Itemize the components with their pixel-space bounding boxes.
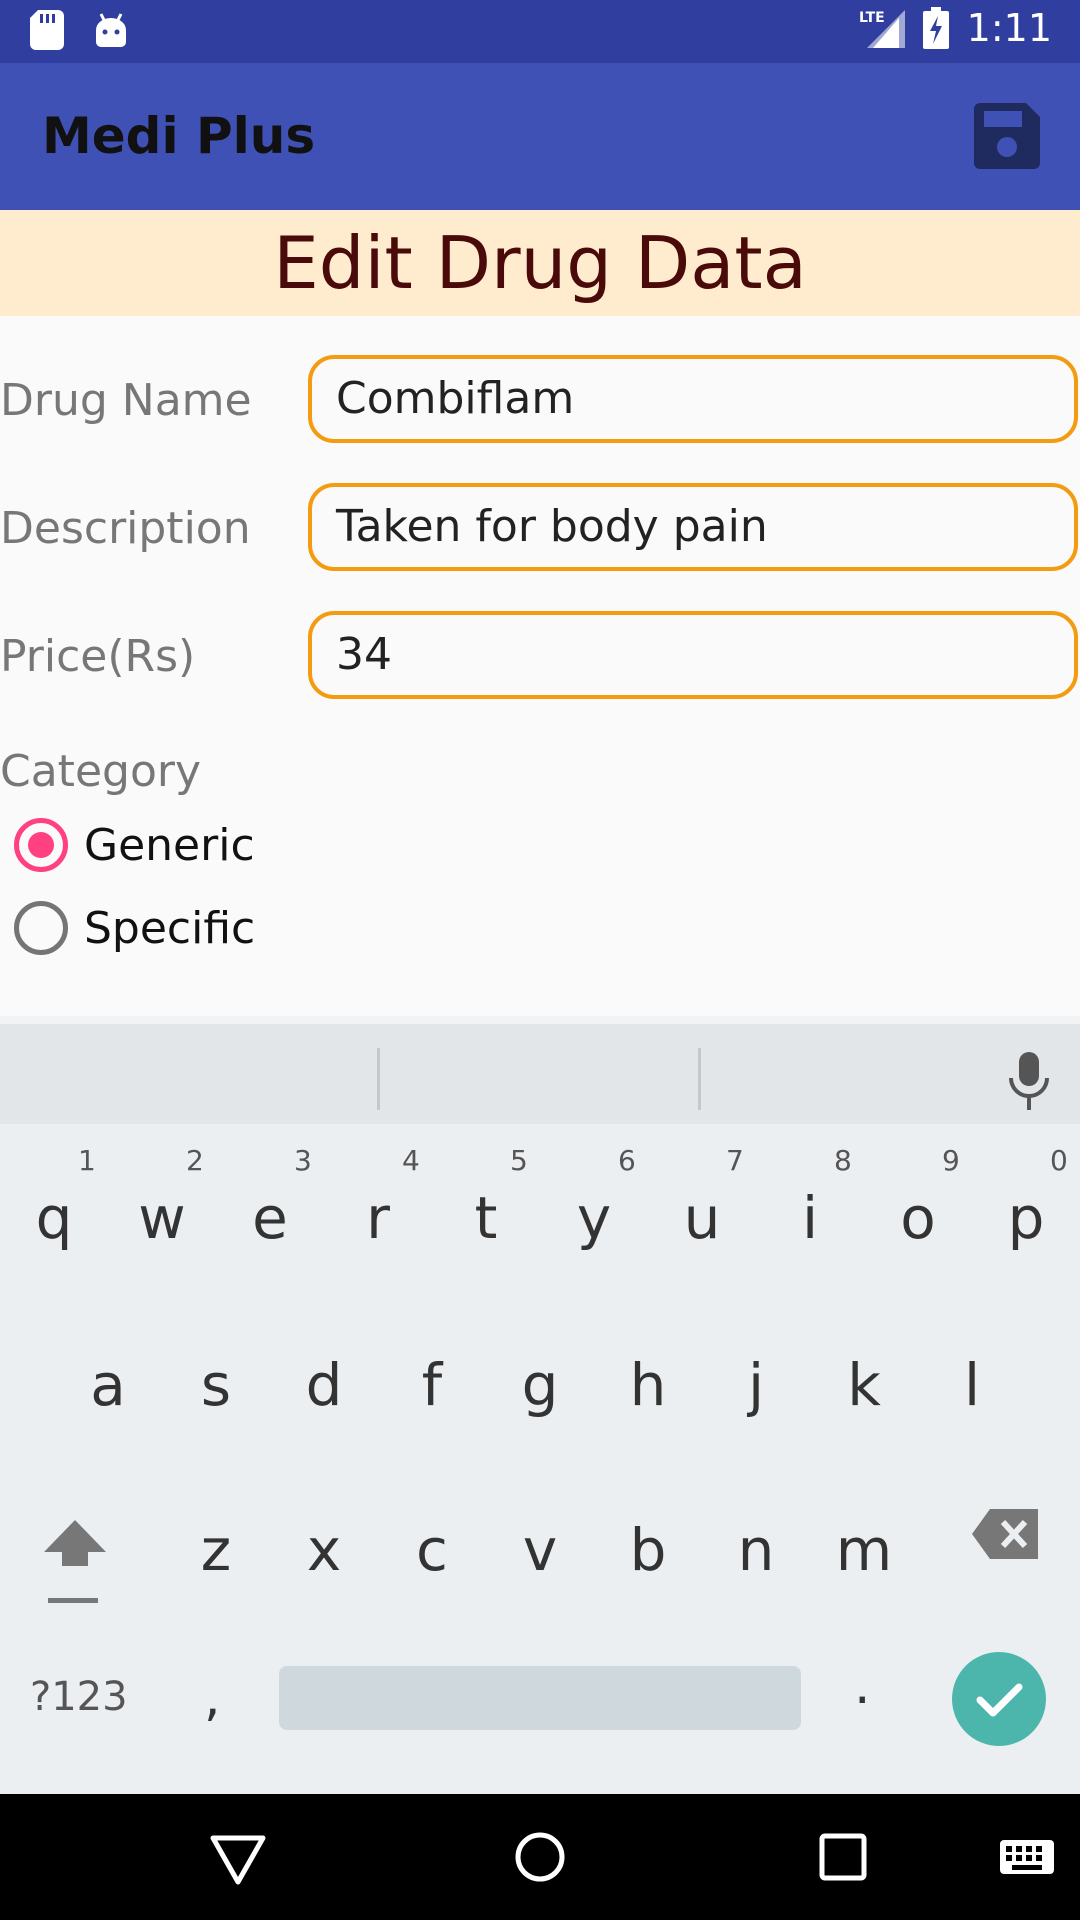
page-title: Edit Drug Data — [273, 221, 807, 305]
radio-generic[interactable]: Generic — [14, 817, 255, 873]
drug-name-row: Drug Name Combiflam — [0, 355, 1080, 443]
microphone-icon[interactable] — [1006, 1050, 1052, 1112]
key-l[interactable]: l — [918, 1351, 1026, 1419]
key-hint: 9 — [942, 1144, 960, 1177]
battery-charging-icon — [922, 7, 949, 49]
shift-key-icon[interactable] — [42, 1516, 108, 1606]
space-key[interactable] — [279, 1666, 801, 1730]
key-u[interactable]: u — [648, 1184, 756, 1252]
key-y[interactable]: y — [540, 1184, 648, 1252]
price-input[interactable]: 34 — [308, 611, 1078, 699]
key-hint: 1 — [78, 1144, 96, 1177]
lte-label: LTE — [859, 10, 885, 26]
page-header-banner: Edit Drug Data — [0, 210, 1080, 316]
lte-signal-icon: LTE — [859, 10, 905, 48]
key-t[interactable]: t — [432, 1184, 540, 1252]
android-debug-icon — [96, 13, 126, 47]
price-row: Price(Rs) 34 — [0, 611, 1080, 699]
key-e[interactable]: e — [216, 1184, 324, 1252]
key-f[interactable]: f — [378, 1351, 486, 1419]
radio-button-checked[interactable] — [14, 818, 68, 872]
key-hint: 0 — [1050, 1144, 1068, 1177]
backspace-key-icon[interactable] — [972, 1509, 1038, 1559]
symbols-key[interactable]: ?123 — [30, 1674, 128, 1720]
key-hint: 6 — [618, 1144, 636, 1177]
description-row: Description Taken for body pain — [0, 483, 1080, 571]
radio-specific[interactable]: Specific — [14, 900, 255, 956]
suggestion-divider — [698, 1048, 701, 1110]
key-p[interactable]: p — [972, 1184, 1080, 1252]
key-a[interactable]: a — [54, 1351, 162, 1419]
radio-label-specific: Specific — [84, 902, 256, 954]
save-icon[interactable] — [974, 103, 1040, 169]
description-input[interactable]: Taken for body pain — [308, 483, 1078, 571]
key-hint: 8 — [834, 1144, 852, 1177]
key-b[interactable]: b — [594, 1516, 702, 1584]
period-key[interactable]: . — [854, 1656, 871, 1716]
drug-name-label: Drug Name — [0, 375, 252, 426]
suggestion-strip — [0, 1016, 1080, 1124]
home-icon[interactable] — [507, 1824, 573, 1890]
check-icon — [976, 1683, 1023, 1717]
key-hint: 5 — [510, 1144, 528, 1177]
key-k[interactable]: k — [810, 1351, 918, 1419]
key-h[interactable]: h — [594, 1351, 702, 1419]
status-time: 1:11 — [966, 6, 1052, 50]
navigation-bar — [0, 1794, 1080, 1920]
key-v[interactable]: v — [486, 1516, 594, 1584]
radio-button-unchecked[interactable] — [14, 901, 68, 955]
keyboard-switch-icon[interactable] — [996, 1824, 1062, 1890]
key-g[interactable]: g — [486, 1351, 594, 1419]
key-c[interactable]: c — [378, 1516, 486, 1584]
key-n[interactable]: n — [702, 1516, 810, 1584]
price-label: Price(Rs) — [0, 631, 196, 682]
key-hint: 7 — [726, 1144, 744, 1177]
key-o[interactable]: o — [864, 1184, 972, 1252]
key-hint: 2 — [186, 1144, 204, 1177]
sd-card-icon — [30, 10, 64, 50]
comma-key[interactable]: , — [204, 1668, 221, 1728]
recents-icon[interactable] — [810, 1824, 876, 1890]
key-z[interactable]: z — [162, 1516, 270, 1584]
category-label: Category — [0, 746, 201, 797]
key-hint: 3 — [294, 1144, 312, 1177]
key-j[interactable]: j — [702, 1351, 810, 1419]
key-d[interactable]: d — [270, 1351, 378, 1419]
status-bar: LTE 1:11 — [0, 0, 1080, 63]
key-hint: 4 — [402, 1144, 420, 1177]
soft-keyboard: q 1w 2e 3r 4t 5y 6u 7i 8o 9p 0 asdfghjkl zxcvbnm ?12… — [0, 1016, 1080, 1794]
app-bar: Medi Plus — [0, 63, 1080, 210]
key-w[interactable]: w — [108, 1184, 216, 1252]
key-i[interactable]: i — [756, 1184, 864, 1252]
back-icon[interactable] — [205, 1824, 271, 1890]
radio-label-generic: Generic — [84, 819, 255, 871]
description-label: Description — [0, 503, 251, 554]
drug-name-input[interactable]: Combiflam — [308, 355, 1078, 443]
done-button[interactable] — [952, 1652, 1046, 1746]
key-s[interactable]: s — [162, 1351, 270, 1419]
key-x[interactable]: x — [270, 1516, 378, 1584]
suggestion-divider — [377, 1048, 380, 1110]
key-q[interactable]: q — [0, 1184, 108, 1252]
key-m[interactable]: m — [810, 1516, 918, 1584]
key-r[interactable]: r — [324, 1184, 432, 1252]
app-title: Medi Plus — [42, 107, 316, 165]
